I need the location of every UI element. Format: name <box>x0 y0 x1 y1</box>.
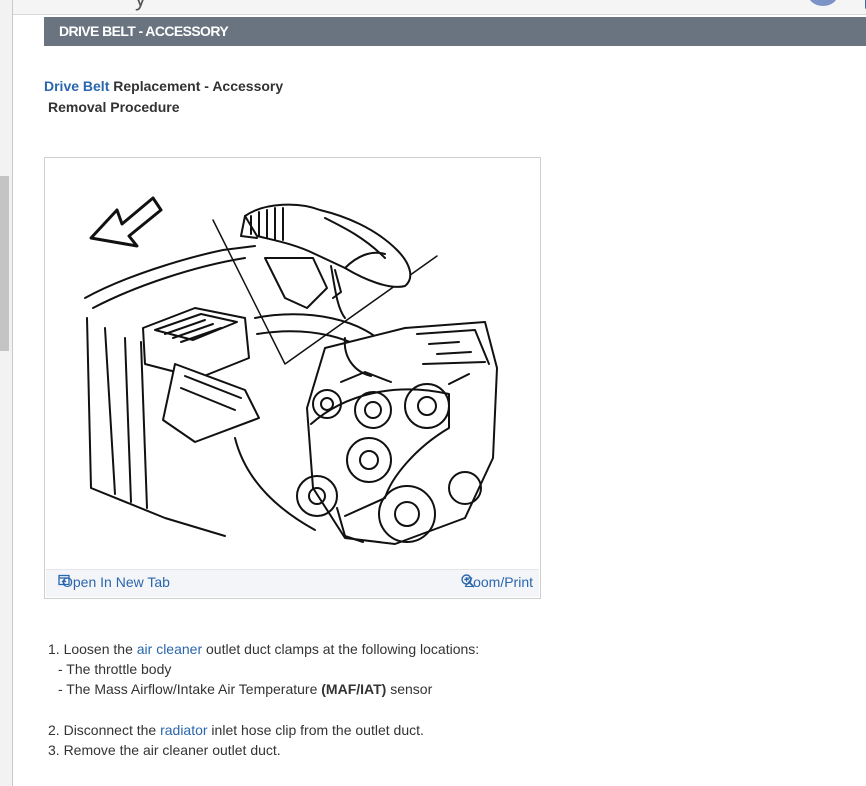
step-2-text-pre: Disconnect the <box>59 722 161 738</box>
step-1b: - The Mass Airflow/Intake Air Temperatur… <box>48 679 479 699</box>
clipped-header-text: y <box>135 0 146 12</box>
zoom-print-label: Zoom/Print <box>464 574 533 590</box>
zoom-print-link[interactable]: Zoom/Print <box>460 574 533 590</box>
step-2-number: 2. <box>48 722 60 738</box>
title-rest: Replacement - Accessory <box>109 78 284 94</box>
document-subtitle: Removal Procedure <box>48 99 180 115</box>
procedure-steps: 1. Loosen the air cleaner outlet duct cl… <box>48 639 479 760</box>
avatar[interactable] <box>808 0 838 6</box>
radiator-link[interactable]: radiator <box>160 722 207 738</box>
scrollbar-thumb[interactable] <box>0 176 9 351</box>
step-1b-text-post: sensor <box>386 681 433 697</box>
step-1-text-post: outlet duct clamps at the following loca… <box>202 641 480 657</box>
engine-diagram-figure: Open In New Tab Zoom/Print <box>44 157 541 599</box>
direction-arrow <box>89 196 163 248</box>
previous-header-strip: y <box>13 0 866 15</box>
page-left-edge <box>0 0 13 786</box>
section-header: DRIVE BELT - ACCESSORY <box>44 17 866 46</box>
document-title: Drive Belt Replacement - Accessory <box>44 78 283 94</box>
step-1: 1. Loosen the air cleaner outlet duct cl… <box>48 639 479 659</box>
figure-toolbar: Open In New Tab Zoom/Print <box>46 569 539 597</box>
step-2-text-post: inlet hose clip from the outlet duct. <box>207 722 424 738</box>
open-in-new-tab-label: Open In New Tab <box>62 574 170 590</box>
air-cleaner-link[interactable]: air cleaner <box>137 641 202 657</box>
open-in-new-tab-link[interactable]: Open In New Tab <box>58 574 170 590</box>
drive-belt-link[interactable]: Drive Belt <box>44 78 109 94</box>
maf-iat-abbrev: (MAF/IAT) <box>321 681 387 697</box>
step-1b-text-pre: - The Mass Airflow/Intake Air Temperatur… <box>58 681 322 697</box>
step-1-number: 1. <box>48 641 60 657</box>
step-1-text-pre: Loosen the <box>59 641 137 657</box>
engine-diagram[interactable] <box>45 158 540 570</box>
step-2: 2. Disconnect the radiator inlet hose cl… <box>48 720 479 740</box>
step-3: 3. Remove the air cleaner outlet duct. <box>48 742 281 758</box>
step-1a: - The throttle body <box>58 661 172 677</box>
